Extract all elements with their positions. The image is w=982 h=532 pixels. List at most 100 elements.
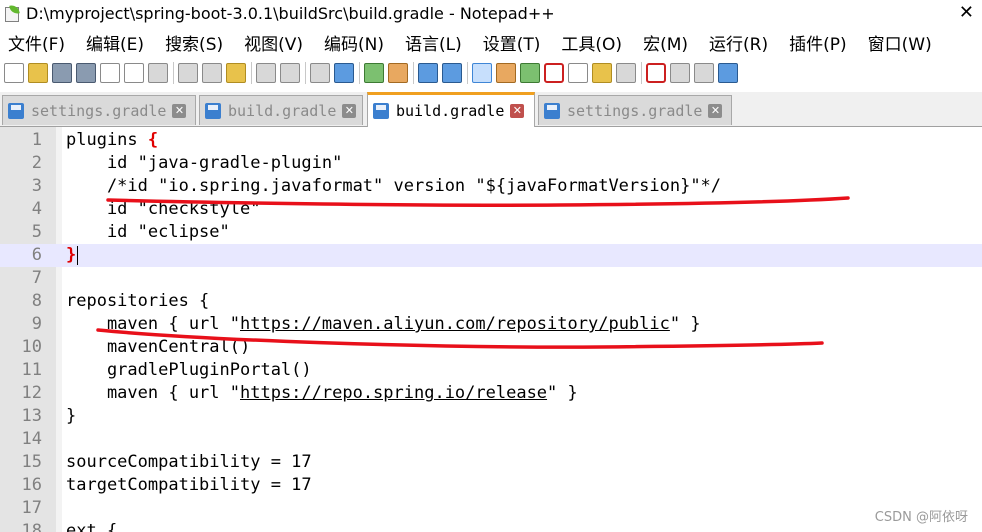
code-token: id "java-gradle-plugin"	[66, 153, 343, 173]
code-line[interactable]: 7	[0, 267, 982, 290]
paste-icon[interactable]	[226, 63, 246, 83]
cut-icon[interactable]	[178, 63, 198, 83]
open-file-icon[interactable]	[28, 63, 48, 83]
folder-workspace-icon[interactable]	[592, 63, 612, 83]
code-text: maven { url "https://repo.spring.io/rele…	[66, 382, 578, 405]
print-icon[interactable]	[148, 63, 168, 83]
menu-item-2[interactable]: 搜索(S)	[165, 30, 223, 55]
code-token: }	[66, 245, 77, 265]
code-line[interactable]: 6}	[0, 244, 982, 267]
tab-label: build.gradle	[228, 101, 337, 120]
code-text: /*id "io.spring.javaformat" version "${j…	[66, 175, 721, 198]
code-token: }	[66, 406, 77, 426]
menu-item-11[interactable]: 窗口(W)	[868, 30, 932, 55]
code-line[interactable]: 4 id "checkstyle"	[0, 198, 982, 221]
tab-1[interactable]: build.gradle ✕	[199, 95, 363, 125]
editor[interactable]: 1 plugins {2 id "java-gradle-plugin" 3 /*i…	[0, 127, 982, 532]
menu-item-4[interactable]: 编码(N)	[324, 30, 384, 55]
code-line[interactable]: 15 sourceCompatibility = 17	[0, 451, 982, 474]
code-text: mavenCentral()	[66, 336, 250, 359]
code-line[interactable]: 10 mavenCentral()	[0, 336, 982, 359]
code-text: repositories {	[66, 290, 209, 313]
code-line[interactable]: 3 /*id "io.spring.javaformat" version "$…	[0, 175, 982, 198]
function-list-icon[interactable]	[568, 63, 588, 83]
toolbar-separator	[251, 62, 252, 84]
menu-item-7[interactable]: 工具(O)	[561, 30, 622, 55]
code-token: sourceCompatibility = 17	[66, 452, 312, 472]
new-file-icon[interactable]	[4, 63, 24, 83]
menu-item-8[interactable]: 宏(M)	[643, 30, 688, 55]
tab-label: settings.gradle	[31, 101, 167, 120]
line-number: 12	[21, 383, 42, 403]
line-number: 1	[31, 130, 42, 150]
save-icon[interactable]	[52, 63, 72, 83]
menu-item-3[interactable]: 视图(V)	[244, 30, 303, 55]
save-all-icon[interactable]	[76, 63, 96, 83]
menu-bar: 文件(F) 编辑(E) 搜索(S) 视图(V) 编码(N) 语言(L) 设置(T) 工具(O)…	[0, 28, 982, 56]
tab-close-icon[interactable]: ✕	[172, 103, 187, 118]
word-wrap-icon[interactable]	[472, 63, 492, 83]
code-token: repositories {	[66, 291, 210, 311]
menu-item-10[interactable]: 插件(P)	[789, 30, 847, 55]
sync-horizontal-icon[interactable]	[442, 63, 462, 83]
code-text: }	[66, 244, 79, 267]
code-line[interactable]: 2 id "java-gradle-plugin"	[0, 152, 982, 175]
tab-2[interactable]: build.gradle ✕	[367, 92, 535, 127]
tab-0[interactable]: settings.gradle ✕	[2, 95, 196, 125]
title-bar: D:\myproject\spring-boot-3.0.1\buildSrc\…	[0, 0, 982, 26]
code-text: id "eclipse"	[66, 221, 230, 244]
code-line[interactable]: 5 id "eclipse"	[0, 221, 982, 244]
code-text: ext {	[66, 520, 117, 532]
line-number: 8	[31, 291, 42, 311]
line-number: 5	[31, 222, 42, 242]
find-icon[interactable]	[310, 63, 330, 83]
menu-item-5[interactable]: 语言(L)	[405, 30, 462, 55]
menu-item-6[interactable]: 设置(T)	[483, 30, 541, 55]
close-all-icon[interactable]	[124, 63, 144, 83]
code-line[interactable]: 16 targetCompatibility = 17	[0, 474, 982, 497]
code-token: /*id "io.spring.javaformat" version "${j…	[66, 176, 722, 196]
tab-close-icon[interactable]: ✕	[510, 104, 525, 118]
indent-guide-icon[interactable]	[520, 63, 540, 83]
close-icon[interactable]	[100, 63, 120, 83]
code-token: mavenCentral()	[66, 337, 251, 357]
toolbar	[0, 57, 982, 89]
code-line[interactable]: 12 maven { url "https://repo.spring.io/r…	[0, 382, 982, 405]
monitoring-icon[interactable]	[616, 63, 636, 83]
sync-vertical-icon[interactable]	[418, 63, 438, 83]
code-line[interactable]: 11 gradlePluginPortal()	[0, 359, 982, 382]
code-line[interactable]: 14	[0, 428, 982, 451]
code-line[interactable]: 17	[0, 497, 982, 520]
menu-item-9[interactable]: 运行(R)	[709, 30, 768, 55]
code-line[interactable]: 13}	[0, 405, 982, 428]
line-number: 3	[31, 176, 42, 196]
code-line[interactable]: 8 repositories {	[0, 290, 982, 313]
undo-icon[interactable]	[256, 63, 276, 83]
tab-close-icon[interactable]: ✕	[708, 103, 723, 118]
zoom-in-icon[interactable]	[364, 63, 384, 83]
tab-close-icon[interactable]: ✕	[342, 103, 357, 118]
window-close-icon[interactable]: ✕	[959, 2, 974, 23]
url-link[interactable]: https://repo.spring.io/release	[240, 383, 547, 403]
menu-item-1[interactable]: 编辑(E)	[86, 30, 144, 55]
document-map-icon[interactable]	[544, 63, 564, 83]
record-macro-icon[interactable]	[646, 63, 666, 83]
play-macro-icon[interactable]	[694, 63, 714, 83]
show-all-chars-icon[interactable]	[496, 63, 516, 83]
tab-3[interactable]: settings.gradle ✕	[538, 95, 732, 125]
redo-icon[interactable]	[280, 63, 300, 83]
code-line[interactable]: 18 ext {	[0, 520, 982, 532]
copy-icon[interactable]	[202, 63, 222, 83]
line-number: 4	[31, 199, 42, 219]
zoom-out-icon[interactable]	[388, 63, 408, 83]
run-macro-multiple-icon[interactable]	[718, 63, 738, 83]
code-line[interactable]: 1 plugins {	[0, 129, 982, 152]
stop-record-icon[interactable]	[670, 63, 690, 83]
code-token: maven { url "	[66, 383, 240, 403]
menu-item-0[interactable]: 文件(F)	[8, 30, 65, 55]
code-line[interactable]: 9 maven { url "https://maven.aliyun.com/…	[0, 313, 982, 336]
url-link[interactable]: https://maven.aliyun.com/repository/publ…	[240, 314, 670, 334]
replace-icon[interactable]	[334, 63, 354, 83]
line-number: 15	[21, 452, 42, 472]
line-number: 18	[21, 521, 42, 532]
